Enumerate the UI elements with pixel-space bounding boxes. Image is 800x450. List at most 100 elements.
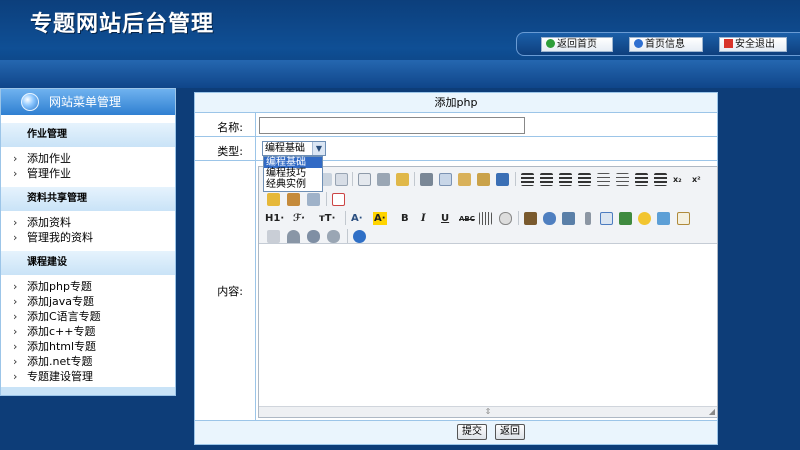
emoticon-icon[interactable] bbox=[638, 212, 651, 225]
font-color-dropdown[interactable]: A· bbox=[351, 212, 363, 225]
type-option-skills[interactable]: 编程技巧 bbox=[264, 168, 322, 179]
sidebar-item-add-dotnet[interactable]: 添加.net专题 bbox=[1, 354, 175, 369]
link-icon[interactable] bbox=[307, 230, 320, 243]
home-info-button[interactable]: 首页信息 bbox=[629, 37, 703, 52]
exit-icon bbox=[724, 39, 733, 48]
submit-button[interactable]: 提交 bbox=[457, 424, 487, 440]
form-title: 添加php bbox=[195, 93, 717, 113]
editor-content-area[interactable] bbox=[259, 245, 717, 406]
ordered-list-icon[interactable] bbox=[597, 173, 610, 186]
table-icon[interactable] bbox=[600, 212, 613, 225]
type-selected-value: 编程基础 bbox=[265, 143, 305, 154]
anchor-icon[interactable] bbox=[287, 230, 300, 243]
preview-icon[interactable] bbox=[358, 173, 371, 186]
paste-word-icon[interactable] bbox=[496, 173, 509, 186]
format-brush-icon[interactable] bbox=[267, 193, 280, 206]
form-actions: 提交 返回 bbox=[195, 420, 717, 444]
paste-icon[interactable] bbox=[458, 173, 471, 186]
sidebar-item-add-resource[interactable]: 添加资料 bbox=[1, 215, 175, 230]
sidebar-footer bbox=[1, 387, 175, 395]
clear-format-icon[interactable] bbox=[499, 212, 512, 225]
media-icon[interactable] bbox=[543, 212, 556, 225]
type-option-examples[interactable]: 经典实例 bbox=[264, 179, 322, 190]
sidebar-item-add-html[interactable]: 添加html专题 bbox=[1, 339, 175, 354]
section-homework-items: 添加作业 管理作业 bbox=[1, 151, 175, 181]
image-upload-icon[interactable] bbox=[524, 212, 537, 225]
background-color-dropdown[interactable]: A· bbox=[373, 212, 387, 225]
sidebar-item-add-php[interactable]: 添加php专题 bbox=[1, 279, 175, 294]
editor-toolbar: x₂ x² H1· ℱ· тT· A· A· B I U ABC bbox=[259, 167, 717, 244]
type-dropdown-list: 编程基础 编程技巧 经典实例 bbox=[263, 156, 323, 192]
print-icon[interactable] bbox=[377, 173, 390, 186]
resize-grip-icon[interactable]: ◢ bbox=[709, 408, 715, 416]
picture-icon[interactable] bbox=[657, 212, 670, 225]
heading-dropdown[interactable]: H1· bbox=[265, 212, 284, 225]
bold-button[interactable]: B bbox=[401, 212, 409, 225]
align-center-icon[interactable] bbox=[540, 173, 553, 186]
type-option-basics[interactable]: 编程基础 bbox=[264, 157, 322, 168]
content-label: 内容: bbox=[195, 283, 255, 299]
sidebar-item-manage-homework[interactable]: 管理作业 bbox=[1, 166, 175, 181]
top-nav-bar: 返回首页 首页信息 安全退出 bbox=[516, 32, 800, 56]
row-divider bbox=[195, 136, 717, 137]
font-size-dropdown[interactable]: тT· bbox=[319, 212, 335, 225]
type-select[interactable]: 编程基础 ▼ bbox=[262, 141, 326, 156]
name-input[interactable] bbox=[259, 117, 525, 134]
section-course-building: 课程建设 bbox=[1, 251, 175, 275]
sidebar-header: 网站菜单管理 bbox=[1, 89, 175, 115]
globe-icon bbox=[21, 93, 39, 111]
source-icon[interactable] bbox=[335, 173, 348, 186]
unordered-list-icon[interactable] bbox=[616, 173, 629, 186]
name-label: 名称: bbox=[195, 119, 255, 135]
sidebar-item-add-java[interactable]: 添加java专题 bbox=[1, 294, 175, 309]
eraser-icon[interactable] bbox=[287, 193, 300, 206]
editor-resize-bar[interactable]: ⇕ ◢ bbox=[259, 406, 717, 417]
logout-button[interactable]: 安全退出 bbox=[719, 37, 787, 52]
main-form-panel: 添加php 名称: 类型: 编程基础 ▼ 编程基础 编程技巧 经典实例 内容: bbox=[194, 92, 718, 445]
copy-icon[interactable] bbox=[439, 173, 452, 186]
sidebar: 网站菜单管理 作业管理 添加作业 管理作业 资料共享管理 添加资料 管理我的资料… bbox=[0, 88, 176, 396]
font-family-dropdown[interactable]: ℱ· bbox=[293, 212, 305, 225]
paste-text-icon[interactable] bbox=[477, 173, 490, 186]
help-icon[interactable] bbox=[353, 230, 366, 243]
attachment-icon[interactable] bbox=[585, 212, 591, 225]
align-left-icon[interactable] bbox=[521, 173, 534, 186]
subscript-icon[interactable]: x₂ bbox=[673, 173, 682, 186]
sidebar-title: 网站菜单管理 bbox=[49, 95, 122, 109]
section-resource-sharing: 资料共享管理 bbox=[1, 187, 175, 211]
header-band bbox=[0, 60, 800, 88]
template-icon[interactable] bbox=[396, 173, 409, 186]
align-justify-icon[interactable] bbox=[578, 173, 591, 186]
flash-icon[interactable] bbox=[562, 212, 575, 225]
insert-row-icon[interactable] bbox=[619, 212, 632, 225]
select-all-icon[interactable] bbox=[307, 193, 320, 206]
site-title: 专题网站后台管理 bbox=[30, 12, 215, 37]
find-replace-icon[interactable] bbox=[332, 193, 345, 206]
type-label: 类型: bbox=[195, 143, 255, 159]
indent-icon[interactable] bbox=[635, 173, 648, 186]
sidebar-item-manage-resource[interactable]: 管理我的资料 bbox=[1, 230, 175, 245]
chevron-down-icon[interactable]: ▼ bbox=[312, 142, 325, 155]
cut-icon[interactable] bbox=[420, 173, 433, 186]
unlink-icon[interactable] bbox=[327, 230, 340, 243]
align-right-icon[interactable] bbox=[559, 173, 572, 186]
back-button[interactable]: 返回 bbox=[495, 424, 525, 440]
superscript-icon[interactable]: x² bbox=[692, 173, 701, 186]
italic-button[interactable]: I bbox=[421, 212, 426, 225]
underline-button[interactable]: U bbox=[441, 212, 449, 225]
section-resource-items: 添加资料 管理我的资料 bbox=[1, 215, 175, 245]
sidebar-item-add-c[interactable]: 添加C语言专题 bbox=[1, 309, 175, 324]
section-course-items: 添加php专题 添加java专题 添加C语言专题 添加c++专题 添加html专… bbox=[1, 279, 175, 384]
home-return-button[interactable]: 返回首页 bbox=[541, 37, 613, 52]
sidebar-item-add-homework[interactable]: 添加作业 bbox=[1, 151, 175, 166]
horizontal-rule-icon[interactable] bbox=[479, 212, 492, 225]
sidebar-item-add-cpp[interactable]: 添加c++专题 bbox=[1, 324, 175, 339]
outdent-icon[interactable] bbox=[654, 173, 667, 186]
resize-handle-icon[interactable]: ⇕ bbox=[485, 407, 492, 416]
home-return-icon bbox=[546, 39, 555, 48]
page-break-icon[interactable] bbox=[267, 230, 280, 243]
rich-text-editor: x₂ x² H1· ℱ· тT· A· A· B I U ABC ⇕ ◢ bbox=[258, 166, 718, 418]
sidebar-item-manage-topics[interactable]: 专题建设管理 bbox=[1, 369, 175, 384]
code-icon[interactable] bbox=[677, 212, 690, 225]
strikethrough-button[interactable]: ABC bbox=[459, 213, 475, 226]
